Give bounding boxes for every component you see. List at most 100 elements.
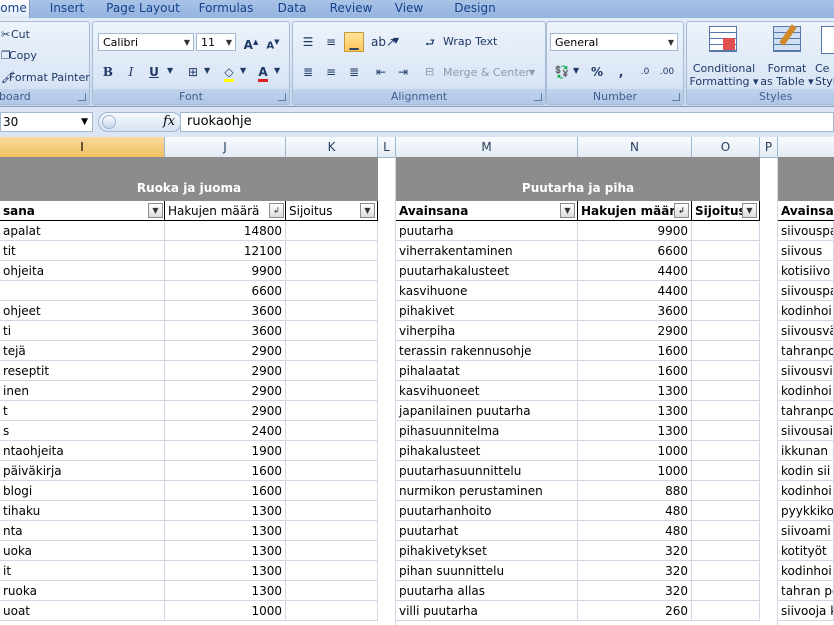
keyword-cell[interactable]: tahran po xyxy=(778,581,834,601)
name-box[interactable]: 30 ▼ xyxy=(0,112,93,132)
search-volume-cell[interactable]: 1900 xyxy=(165,441,286,461)
grow-font-button[interactable]: A▲ xyxy=(241,32,261,52)
percent-style-button[interactable]: % xyxy=(587,62,607,82)
chevron-down-icon[interactable]: ▼ xyxy=(204,66,210,75)
rank-cell[interactable] xyxy=(692,601,760,621)
keyword-cell[interactable]: uoat xyxy=(0,601,165,621)
keyword-cell[interactable]: kodinhoi xyxy=(778,561,834,581)
filter-dropdown-icon[interactable]: ▼ xyxy=(560,203,575,218)
rank-cell[interactable] xyxy=(286,401,378,421)
search-volume-cell[interactable]: 320 xyxy=(578,581,692,601)
search-volume-cell[interactable]: 880 xyxy=(578,481,692,501)
keyword-cell[interactable]: nurmikon perustaminen xyxy=(396,481,578,501)
align-center-button[interactable]: ≡ xyxy=(321,62,341,82)
keyword-cell[interactable]: ohjeita xyxy=(0,261,165,281)
worksheet-grid[interactable]: Ruoka ja juoma sana ▼ Hakujen määrä ↲ Si… xyxy=(0,157,834,625)
keyword-cell[interactable]: kotisiivo xyxy=(778,261,834,281)
search-volume-cell[interactable]: 1600 xyxy=(165,461,286,481)
keyword-cell[interactable]: pyykkiko xyxy=(778,501,834,521)
rank-cell[interactable] xyxy=(286,461,378,481)
keyword-cell[interactable]: s xyxy=(0,421,165,441)
search-volume-cell[interactable]: 6600 xyxy=(165,281,286,301)
section-banner-garden[interactable]: Puutarha ja piha xyxy=(396,157,760,201)
rank-cell[interactable] xyxy=(692,241,760,261)
keyword-cell[interactable]: siivous xyxy=(778,241,834,261)
decrease-indent-button[interactable]: ⇤ xyxy=(371,62,391,82)
keyword-cell[interactable]: it xyxy=(0,561,165,581)
search-volume-cell[interactable]: 1600 xyxy=(578,341,692,361)
tab-data[interactable]: Data xyxy=(272,0,312,18)
orientation-button[interactable]: ab↗ xyxy=(371,32,396,52)
search-volume-cell[interactable]: 1600 xyxy=(165,481,286,501)
rank-cell[interactable] xyxy=(286,481,378,501)
keyword-cell[interactable]: terassin rakennusohje xyxy=(396,341,578,361)
chevron-down-icon[interactable]: ▼ xyxy=(81,113,88,131)
tab-review[interactable]: Review xyxy=(326,0,376,18)
underline-button[interactable]: U xyxy=(144,62,164,82)
keyword-cell[interactable]: puutarhat xyxy=(396,521,578,541)
search-volume-cell[interactable]: 260 xyxy=(578,601,692,621)
keyword-cell[interactable]: ikkunan p xyxy=(778,441,834,461)
rank-cell[interactable] xyxy=(692,421,760,441)
rank-cell[interactable] xyxy=(692,301,760,321)
keyword-cell[interactable]: pihalaatat xyxy=(396,361,578,381)
chevron-down-icon[interactable]: ▼ xyxy=(240,66,246,75)
keyword-cell[interactable]: villi puutarha xyxy=(396,601,578,621)
number-format-select[interactable]: General ▼ xyxy=(550,33,678,51)
keyword-cell[interactable]: kodin sii xyxy=(778,461,834,481)
column-header-l[interactable]: L xyxy=(378,137,396,157)
rank-cell[interactable] xyxy=(692,341,760,361)
rank-cell[interactable] xyxy=(692,261,760,281)
chevron-down-icon[interactable]: ▼ xyxy=(167,66,173,75)
header-keyword[interactable]: Avainsa xyxy=(778,201,834,221)
fill-color-button[interactable]: ◇ xyxy=(219,62,239,82)
search-volume-cell[interactable]: 1000 xyxy=(578,441,692,461)
font-name-select[interactable]: Calibri ▼ xyxy=(98,33,194,51)
keyword-cell[interactable]: blogi xyxy=(0,481,165,501)
search-volume-cell[interactable]: 1300 xyxy=(165,541,286,561)
italic-button[interactable]: I xyxy=(121,62,141,82)
search-volume-cell[interactable]: 2400 xyxy=(165,421,286,441)
rank-cell[interactable] xyxy=(286,381,378,401)
search-volume-cell[interactable]: 12100 xyxy=(165,241,286,261)
rank-cell[interactable] xyxy=(286,301,378,321)
keyword-cell[interactable]: siivousvä xyxy=(778,321,834,341)
wrap-text-button[interactable]: Wrap Text xyxy=(443,35,497,48)
tab-insert[interactable]: Insert xyxy=(44,0,90,18)
conditional-formatting-button[interactable]: Conditional Formatting ▾ xyxy=(687,62,761,88)
decrease-decimal-button[interactable]: .00 xyxy=(657,62,677,82)
middle-align-button[interactable]: ≡ xyxy=(321,32,341,52)
tab-design[interactable]: Design xyxy=(450,0,500,18)
keyword-cell[interactable]: tahranpo xyxy=(778,401,834,421)
cell-styles-button[interactable]: Ce Styl xyxy=(815,62,834,88)
keyword-cell[interactable]: puutarhanhoito xyxy=(396,501,578,521)
keyword-cell[interactable]: puutarhakalusteet xyxy=(396,261,578,281)
alignment-launcher-icon[interactable] xyxy=(534,93,542,101)
search-volume-cell[interactable]: 1300 xyxy=(578,401,692,421)
tab-home[interactable]: Home xyxy=(0,0,30,19)
rank-cell[interactable] xyxy=(692,361,760,381)
rank-cell[interactable] xyxy=(692,581,760,601)
sort-descending-icon[interactable]: ↲ xyxy=(269,203,284,218)
rank-cell[interactable] xyxy=(286,421,378,441)
search-volume-cell[interactable]: 2900 xyxy=(165,381,286,401)
keyword-cell[interactable]: siivooja k xyxy=(778,601,834,621)
keyword-cell[interactable]: siivousai xyxy=(778,421,834,441)
comma-style-button[interactable]: , xyxy=(611,62,631,82)
search-volume-cell[interactable]: 2900 xyxy=(578,321,692,341)
chevron-down-icon[interactable]: ▼ xyxy=(393,36,399,45)
search-volume-cell[interactable]: 320 xyxy=(578,541,692,561)
rank-cell[interactable] xyxy=(286,361,378,381)
keyword-cell[interactable]: viherpiha xyxy=(396,321,578,341)
keyword-cell[interactable]: siivouspa xyxy=(778,221,834,241)
rank-cell[interactable] xyxy=(286,441,378,461)
keyword-cell[interactable]: japanilainen puutarha xyxy=(396,401,578,421)
borders-button[interactable]: ⊞ xyxy=(183,62,203,82)
keyword-cell[interactable]: tahranpo xyxy=(778,341,834,361)
search-volume-cell[interactable]: 1300 xyxy=(165,521,286,541)
rank-cell[interactable] xyxy=(286,581,378,601)
search-volume-cell[interactable]: 1300 xyxy=(578,381,692,401)
column-header-n[interactable]: N xyxy=(578,137,692,157)
keyword-cell[interactable]: puutarha allas xyxy=(396,581,578,601)
filter-dropdown-icon[interactable]: ▼ xyxy=(360,203,375,218)
